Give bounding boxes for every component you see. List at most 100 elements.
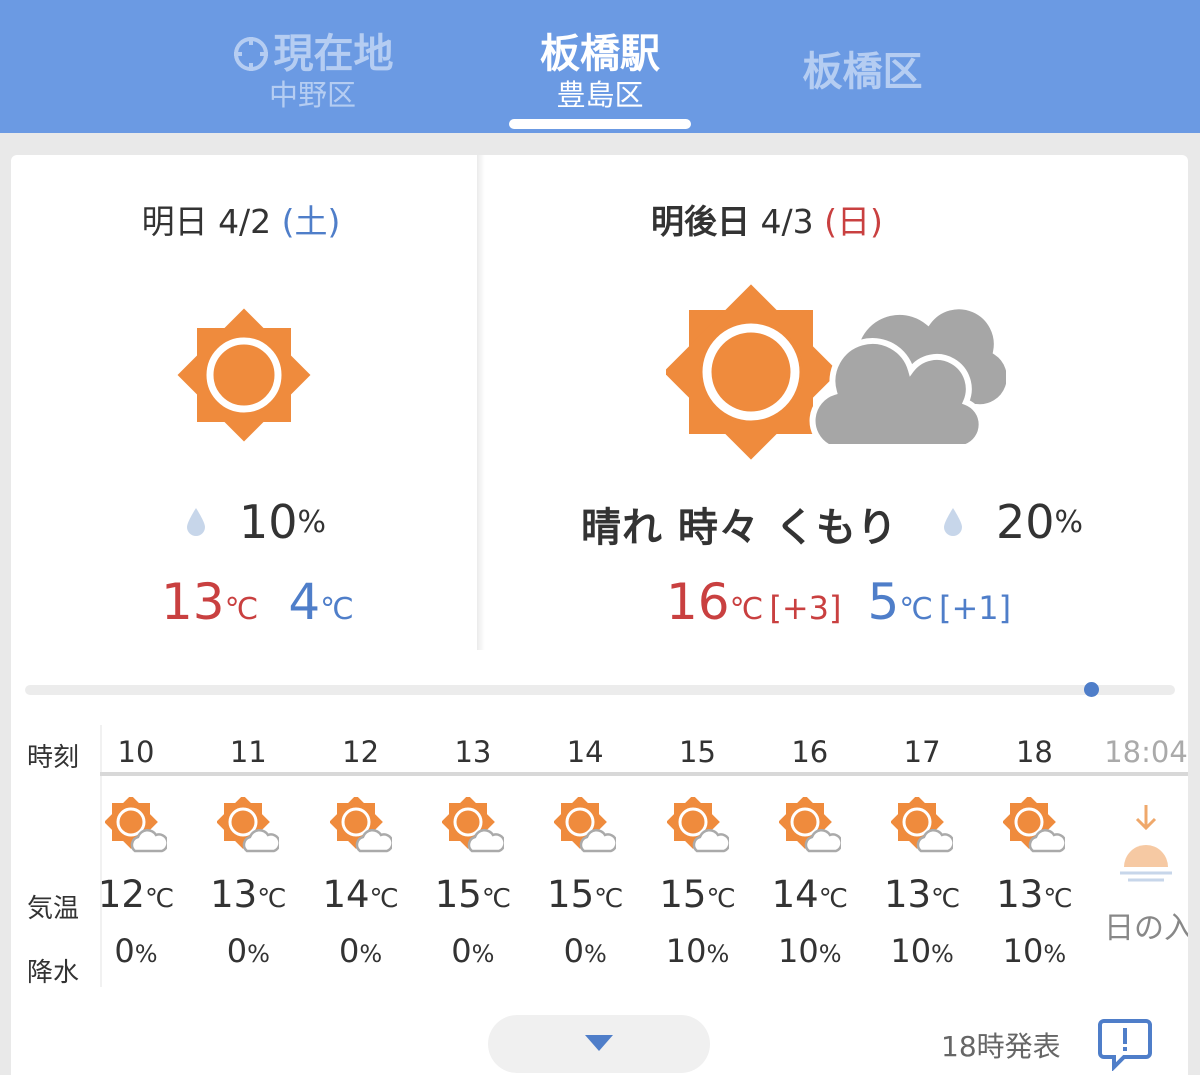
hour-temp: 13℃	[208, 873, 288, 916]
hour-rain: 0%	[208, 932, 288, 970]
hour-temp: 13℃	[994, 873, 1074, 916]
rain-unit: %	[359, 940, 383, 968]
hour-temp-value: 12	[97, 873, 145, 916]
hour-temp-value: 13	[210, 873, 258, 916]
temp-unit: ℃	[729, 592, 764, 627]
hour-rain-value: 0	[114, 932, 135, 970]
day-after-heading: 明後日 4/3 (日)	[651, 195, 1021, 243]
announcement-time: 18時発表	[941, 1030, 1061, 1063]
sunny-with-cloud-icon	[216, 795, 282, 853]
tomorrow-rain-value: 10	[239, 495, 298, 549]
day-after-date: 4/3	[760, 202, 814, 241]
hour-column: 16 14℃ 10%	[770, 735, 850, 970]
feedback-icon[interactable]	[1098, 1017, 1152, 1071]
day-after-rain: 20%	[944, 495, 1083, 549]
rain-unit: %	[583, 940, 607, 968]
raindrop-icon	[187, 508, 205, 536]
temp-unit: ℃	[224, 592, 259, 627]
tomorrow-label: 明日	[141, 202, 208, 241]
hour-temp: 15℃	[433, 873, 513, 916]
hourly-scroll-thumb[interactable]	[1084, 682, 1099, 697]
hour-temp-value: 15	[547, 873, 595, 916]
row-label-time: 時刻	[27, 743, 80, 773]
hour-rain: 0%	[545, 932, 625, 970]
row-label-rain: 降水	[27, 958, 80, 988]
hour-label: 13	[454, 735, 492, 769]
hour-rain: 10%	[658, 932, 738, 970]
temp-unit: ℃	[1043, 884, 1073, 914]
sunny-with-cloud-icon	[553, 795, 618, 853]
tab-subtitle: 豊島区	[556, 78, 644, 112]
hour-rain-value: 0	[563, 932, 584, 970]
hour-temp-value: 14	[322, 873, 370, 916]
hour-column: 10 12℃ 0%	[96, 735, 176, 970]
hour-rain: 10%	[994, 932, 1074, 970]
day-after-rain-value: 20	[996, 495, 1055, 549]
hour-label: 11	[229, 735, 267, 769]
tab-itabashi-station[interactable]: 板橋駅 豊島区	[495, 30, 705, 112]
sunny-with-cloud-icon	[441, 795, 506, 853]
hour-column: 17 13℃ 10%	[882, 735, 962, 970]
day-after-temps: 16 ℃ [+3] 5 ℃ [+1]	[666, 573, 1011, 631]
hour-temp: 15℃	[658, 873, 738, 916]
hour-column: 14 15℃ 0%	[545, 735, 625, 970]
tomorrow-dow: (土)	[281, 202, 341, 241]
hour-rain: 0%	[433, 932, 513, 970]
tab-subtitle: 中野区	[268, 78, 356, 112]
tab-itabashi-ward[interactable]: 板橋区	[770, 48, 955, 96]
sunny-with-cloud-icon	[890, 795, 955, 853]
day-after-dow: (日)	[824, 202, 883, 241]
tomorrow-heading: 明日 4/2 (土)	[71, 195, 411, 243]
chevron-down-icon	[585, 1035, 613, 1051]
active-tab-indicator	[509, 119, 691, 129]
rain-unit: %	[706, 940, 730, 968]
hour-rain-value: 0	[226, 932, 248, 970]
hour-temp: 13℃	[882, 873, 962, 916]
tomorrow-rain: 10%	[187, 495, 326, 549]
hour-rain-value: 0	[339, 932, 360, 970]
temp-unit: ℃	[899, 592, 933, 627]
sunny-with-cloud-icon	[1002, 795, 1068, 853]
tomorrow-temps: 13 ℃ 4 ℃	[161, 573, 354, 631]
tab-title: 現在地	[273, 31, 394, 77]
day-after-low-diff: [+1]	[938, 589, 1012, 627]
sunset-time: 18:04	[1104, 735, 1188, 769]
hour-column: 12 14℃ 0%	[321, 735, 401, 970]
hour-rain: 0%	[321, 932, 401, 970]
sunset-column: 18:04 日の入	[1104, 735, 1188, 947]
temp-unit: ℃	[818, 884, 848, 914]
sunny-icon	[177, 308, 311, 442]
hour-label: 15	[679, 735, 716, 769]
tab-current-location[interactable]: 現在地 中野区	[195, 30, 430, 112]
hour-label: 10	[117, 735, 155, 769]
day-after-high-diff: [+3]	[769, 589, 842, 627]
day-after-weather: 晴れ 時々 くもり	[581, 505, 898, 551]
sunny-with-cloud-icon	[104, 795, 169, 853]
temp-unit: ℃	[369, 884, 399, 914]
hour-rain-value: 10	[890, 932, 932, 970]
rain-unit: %	[1043, 940, 1067, 968]
rain-unit: %	[134, 940, 158, 968]
tab-title: 板橋駅	[540, 31, 660, 77]
hour-temp: 14℃	[770, 873, 850, 916]
rain-unit: %	[1054, 504, 1084, 540]
hour-column: 13 15℃ 0%	[433, 735, 513, 970]
hour-temp: 15℃	[545, 873, 625, 916]
rain-unit: %	[818, 940, 842, 968]
hourly-scroll-track[interactable]	[25, 685, 1175, 695]
hour-temp: 14℃	[321, 873, 401, 916]
rain-unit: %	[297, 504, 327, 540]
day-after-high: 16	[666, 573, 730, 631]
sunny-then-cloudy-icon	[666, 284, 1006, 460]
temp-unit: ℃	[144, 884, 175, 914]
sunny-with-cloud-icon	[328, 795, 394, 853]
temp-unit: ℃	[931, 884, 961, 914]
rain-unit: %	[931, 940, 954, 968]
tomorrow-high: 13	[161, 573, 225, 631]
hour-temp-value: 13	[883, 873, 932, 916]
sunny-with-cloud-icon	[665, 795, 731, 853]
expand-button[interactable]	[488, 1015, 710, 1073]
temp-unit: ℃	[481, 884, 512, 914]
hour-rain-value: 0	[451, 932, 472, 970]
tab-title: 板橋区	[802, 49, 923, 95]
